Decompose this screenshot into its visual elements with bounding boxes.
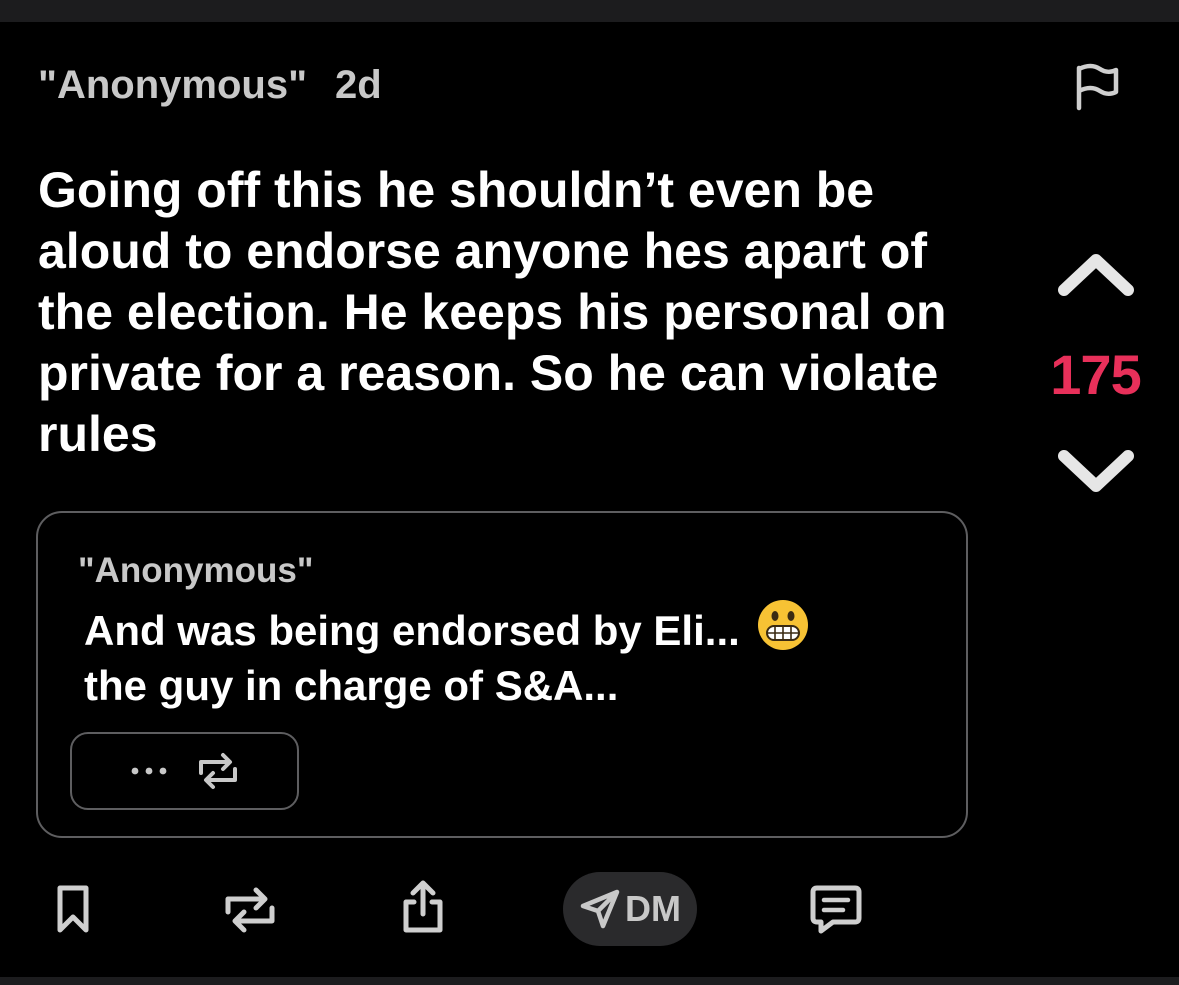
quoted-text-line2: the guy in charge of S&A... [84,662,619,709]
quoted-text: And was being endorsed by Eli... the guy… [84,599,904,713]
dm-button[interactable]: DM [563,872,697,946]
post-author[interactable]: "Anonymous" [38,63,307,108]
share-icon[interactable] [398,880,448,934]
downvote-icon[interactable] [1056,440,1136,500]
vote-widget: 175 [1038,240,1153,510]
grimacing-face-emoji-icon [758,600,809,650]
send-icon [580,889,620,929]
comment-icon[interactable] [809,884,863,936]
top-bar [0,0,1179,22]
post-action-bar: DM [0,868,1179,952]
quoted-post-card[interactable]: "Anonymous" And was being endorsed by El… [36,511,968,838]
more-options-icon[interactable] [129,765,169,777]
flag-icon[interactable] [1070,60,1122,112]
post-age: 2d [335,62,382,107]
quoted-text-line1: And was being endorsed by Eli... [84,607,740,654]
quoted-author: "Anonymous" [78,551,314,590]
upvote-icon[interactable] [1056,246,1136,306]
bookmark-icon[interactable] [55,884,91,934]
bottom-bar [0,977,1179,985]
quoted-actions [70,732,299,810]
post-header: "Anonymous" 2d [38,60,382,110]
requote-icon[interactable] [195,751,241,791]
post-body: Going off this he shouldn’t even be alou… [38,162,947,462]
vote-score: 175 [1050,343,1141,406]
repost-icon[interactable] [220,886,280,934]
dm-label: DM [625,888,681,929]
